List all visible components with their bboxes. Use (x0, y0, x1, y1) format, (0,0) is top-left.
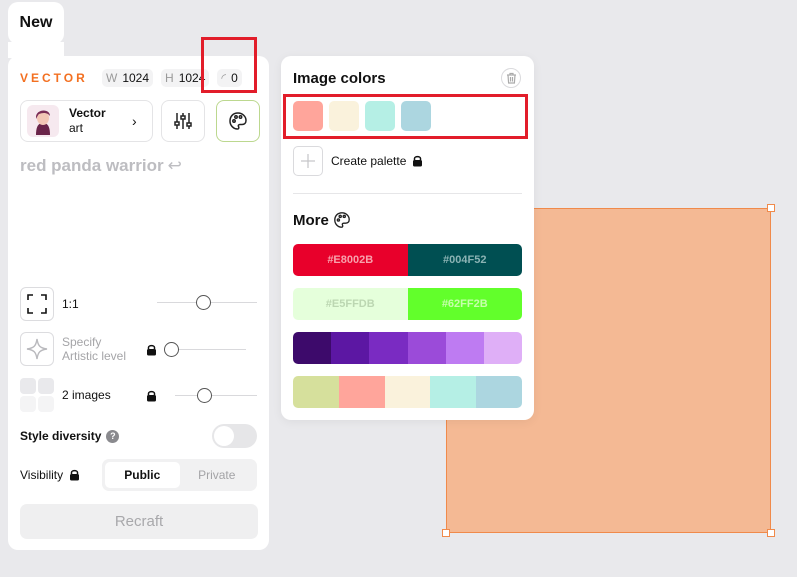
palette-color (384, 376, 431, 408)
more-label: More (293, 211, 329, 229)
palette-color (293, 332, 332, 364)
palette-color (407, 332, 446, 364)
resize-handle-bottom-left[interactable] (442, 529, 450, 537)
palette-color (331, 332, 370, 364)
palette-icon (333, 212, 350, 228)
palette-color (338, 376, 385, 408)
settings-panel: VECTOR W 1024 H 1024 ◜ 0 Vector art › red pa… (8, 56, 269, 550)
palette-color (430, 376, 477, 408)
help-icon[interactable]: ? (106, 429, 120, 443)
visibility-label: Visibility (20, 468, 80, 482)
tab-new-label: New (19, 14, 53, 31)
style-avatar (27, 105, 59, 137)
create-palette-button[interactable]: Create palette (293, 146, 423, 176)
more-title: More (293, 211, 351, 229)
visibility-public[interactable]: Public (105, 462, 180, 488)
create-palette-label: Create palette (331, 154, 407, 168)
resize-handle-top-right[interactable] (767, 204, 775, 212)
aspect-slider-thumb[interactable] (196, 295, 211, 310)
width-value: 1024 (122, 71, 150, 85)
palette-row[interactable] (293, 332, 522, 364)
images-slider-thumb[interactable] (197, 388, 212, 403)
return-icon: ↩ (167, 156, 182, 175)
palette-color: #62FF2B (407, 288, 522, 320)
prompt-input[interactable]: red panda warrior ↩ (20, 156, 182, 176)
colors-button[interactable] (216, 100, 260, 142)
plus-icon (293, 146, 323, 176)
aspect-ratio-label: 1:1 (62, 297, 79, 311)
divider (293, 193, 522, 194)
sliders-icon (174, 113, 192, 129)
style-selector-button[interactable]: Vector art › (20, 100, 153, 142)
palette-color (293, 376, 339, 408)
trash-icon (506, 72, 516, 84)
palette-row[interactable]: #E8002B #004F52 (293, 244, 522, 276)
palette-row[interactable] (293, 376, 522, 408)
tab-new[interactable]: New (8, 2, 64, 58)
highlight-box-colors-button (201, 37, 257, 93)
prompt-text: red panda warrior (20, 156, 164, 175)
style-diversity-toggle[interactable] (212, 424, 257, 448)
recraft-button[interactable]: Recraft (20, 504, 258, 539)
palette-icon (229, 112, 247, 130)
images-count-label: 2 images (62, 388, 111, 402)
palette-color: #004F52 (407, 244, 522, 276)
artistic-level-line1: Specify (62, 335, 102, 349)
artistic-level-line2: Artistic level (62, 349, 127, 363)
palette-color (483, 332, 522, 364)
palette-color (476, 376, 522, 408)
visibility-text: Visibility (20, 468, 64, 482)
trash-button[interactable] (501, 68, 521, 88)
artistic-level-icon[interactable] (20, 332, 54, 366)
aspect-ratio-row: 1:1 (20, 287, 260, 321)
settings-sliders-button[interactable] (161, 100, 205, 142)
style-name-line2: art (69, 121, 84, 135)
artistic-level-label: Specify Artistic level (62, 335, 126, 363)
style-name-line1: Vector (69, 106, 106, 120)
highlight-box-image-colors (283, 94, 528, 139)
artistic-slider-track[interactable] (171, 349, 246, 350)
visibility-private[interactable]: Private (180, 462, 255, 488)
images-grid-icon[interactable] (20, 378, 54, 412)
chevron-right-icon: › (132, 113, 137, 129)
style-type-label: VECTOR (20, 71, 88, 85)
style-diversity-text: Style diversity (20, 429, 102, 443)
visibility-segmented-control: Public Private (102, 459, 257, 491)
height-key: H (165, 71, 174, 85)
width-field[interactable]: W 1024 (102, 69, 154, 87)
artistic-slider-thumb[interactable] (164, 342, 179, 357)
palette-color (369, 332, 408, 364)
palette-color: #E5FFDB (293, 288, 408, 320)
style-name: Vector art (69, 106, 124, 136)
lock-icon (413, 155, 423, 167)
lock-icon (147, 390, 156, 402)
resize-handle-bottom-right[interactable] (767, 529, 775, 537)
palette-color (445, 332, 484, 364)
style-diversity-label: Style diversity? (20, 429, 120, 443)
palette-color: #E8002B (293, 244, 408, 276)
lock-icon (70, 469, 80, 481)
images-slider-track[interactable] (175, 395, 257, 396)
aspect-ratio-icon[interactable] (20, 287, 54, 321)
lock-icon (147, 344, 156, 356)
image-colors-title: Image colors (293, 70, 386, 87)
width-key: W (106, 71, 118, 85)
palette-row[interactable]: #E5FFDB #62FF2B (293, 288, 522, 320)
